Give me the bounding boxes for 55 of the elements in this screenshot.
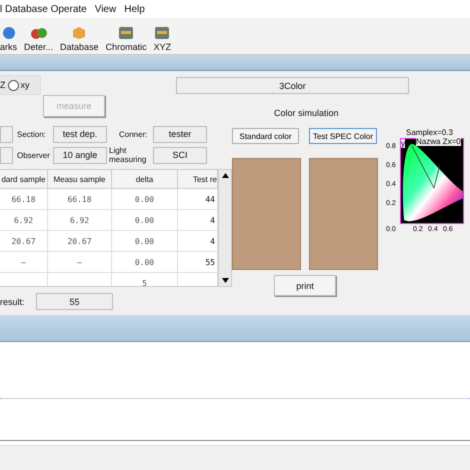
color-button[interactable]: Test SPEC Color	[309, 128, 377, 144]
input-field[interactable]	[0, 146, 13, 164]
monitor-icon	[154, 26, 170, 40]
table-cell: 66.18	[48, 189, 112, 210]
input-field[interactable]: tester	[153, 126, 207, 142]
input-field[interactable]: SCI	[153, 146, 207, 164]
field-label: Observer	[17, 150, 51, 160]
print-button[interactable]: print	[274, 275, 336, 296]
box-icon	[71, 26, 88, 40]
table-cell: 0.00	[112, 231, 178, 252]
input-field[interactable]	[0, 126, 13, 142]
up-arrow-icon	[222, 173, 228, 178]
table-cell: 0.00	[112, 210, 178, 231]
table-cell: 0.00	[112, 189, 178, 210]
field-label: Section:	[17, 130, 47, 138]
table-cell: 6.92	[48, 210, 112, 231]
toolbar-button[interactable]: arks	[0, 26, 18, 52]
table-cell: 66.18	[0, 189, 48, 210]
column-header: Measu sample	[48, 170, 112, 189]
monitor-icon	[118, 26, 134, 40]
globe-icon	[2, 26, 16, 40]
down-arrow-icon	[222, 278, 228, 283]
legend-text: Nazwa Zx=0	[416, 137, 461, 146]
menu-item[interactable]: l Database Operate	[0, 4, 87, 14]
column-header: delta	[112, 170, 178, 189]
field-label: Conner:	[119, 130, 148, 138]
table-cell: –	[48, 252, 112, 273]
table-cell: 0.00	[112, 252, 178, 273]
column-header: Test re	[178, 170, 218, 189]
toolbar-button[interactable]: Chromatic	[106, 26, 147, 52]
input-field[interactable]: test dep.	[53, 126, 107, 142]
menu-item[interactable]: View	[94, 4, 116, 14]
color-name-field: 3Color	[176, 77, 409, 94]
radio-label: xy	[20, 80, 30, 90]
fruit-icon	[30, 26, 48, 40]
input-field[interactable]: 10 angle	[53, 146, 107, 164]
radio-label: Z	[0, 80, 6, 90]
section-title: Color simulation	[274, 108, 340, 118]
scrollbar[interactable]	[218, 170, 231, 286]
table-cell: –	[0, 252, 48, 273]
radio-button[interactable]	[8, 80, 18, 90]
toolbar-button[interactable]: Database	[60, 26, 99, 52]
table-cell: 20.67	[48, 231, 112, 252]
toolbar-button[interactable]: Deter...	[24, 26, 54, 52]
table-cell: 20.67	[0, 231, 48, 252]
legend-text: Samplex=0.3	[406, 128, 453, 137]
color-button[interactable]: Standard color	[232, 128, 299, 144]
result-field: 55	[36, 293, 113, 310]
table-cell: 6.92	[0, 210, 48, 231]
axis-label: y	[401, 139, 405, 148]
field-label: Light measuring	[109, 146, 148, 164]
column-header: dard sample	[0, 170, 48, 189]
menu-item[interactable]: Help	[124, 4, 145, 14]
result-label: result:	[0, 296, 26, 306]
toolbar-button[interactable]: XYZ	[154, 26, 172, 52]
